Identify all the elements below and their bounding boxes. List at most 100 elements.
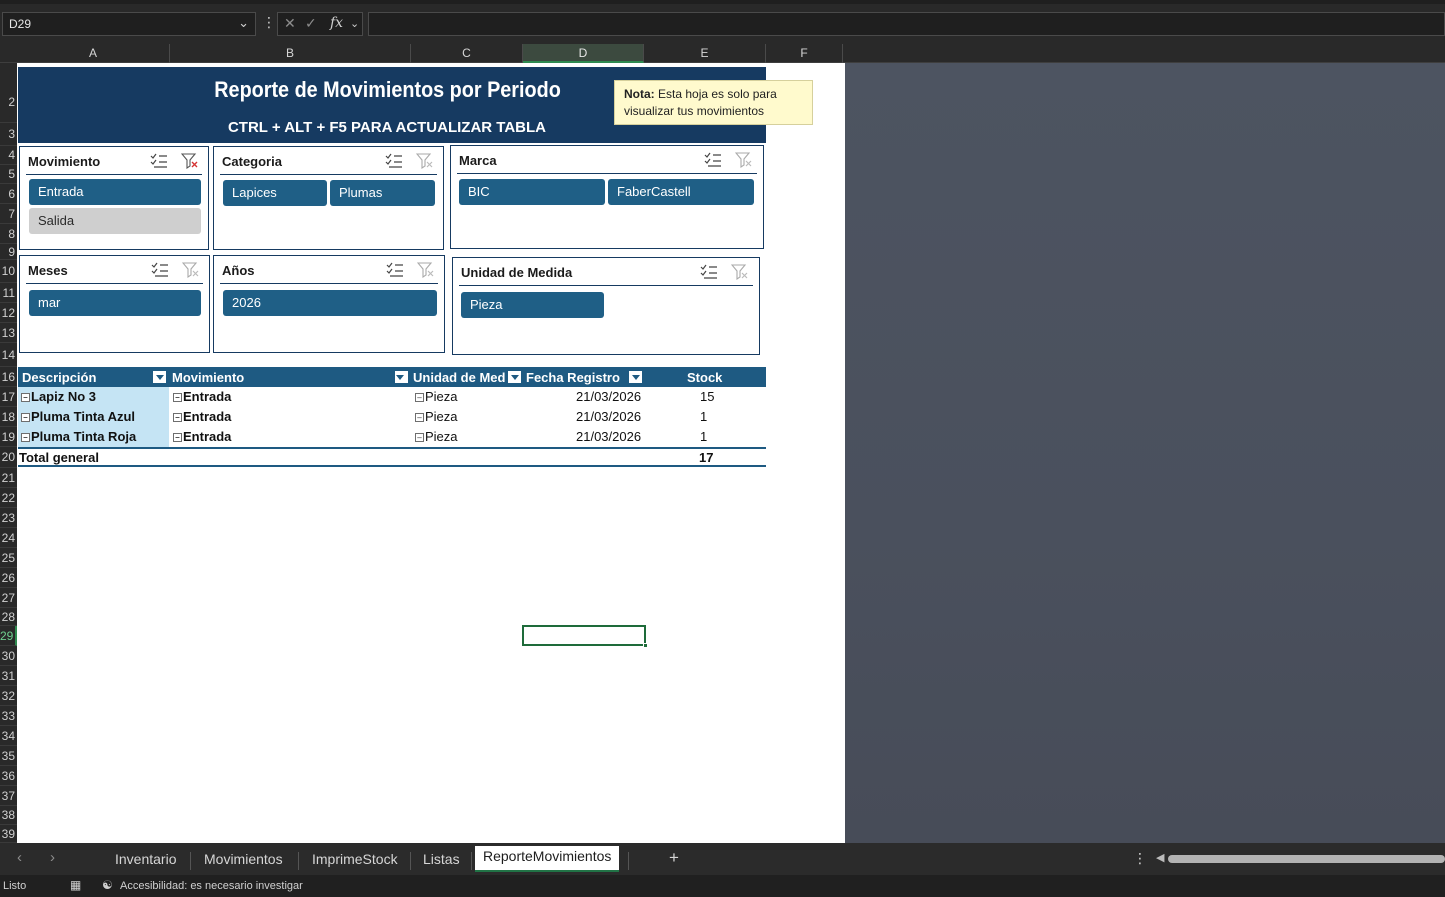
- collapse-icon[interactable]: –: [173, 433, 182, 442]
- accessibility-status[interactable]: Accesibilidad: es necesario investigar: [120, 880, 303, 892]
- clear-filter-icon[interactable]: [731, 264, 749, 280]
- slicer-item-salida[interactable]: Salida: [29, 208, 201, 234]
- row-header-24[interactable]: 24: [0, 528, 17, 548]
- row-header-32[interactable]: 32: [0, 686, 17, 706]
- row-header-34[interactable]: 34: [0, 726, 17, 746]
- pivot-cell-movimiento[interactable]: Entrada: [183, 409, 231, 424]
- multi-select-icon[interactable]: [386, 262, 404, 278]
- slicer-item-entrada[interactable]: Entrada: [29, 179, 201, 205]
- collapse-icon[interactable]: –: [173, 413, 182, 422]
- chevron-down-icon[interactable]: ⌄: [238, 15, 249, 31]
- slicer-item-bic[interactable]: BIC: [459, 179, 605, 205]
- tab-listas[interactable]: Listas: [423, 851, 460, 867]
- row-header-26[interactable]: 26: [0, 568, 17, 588]
- row-header-10[interactable]: 10: [0, 260, 17, 283]
- pivot-cell-unidad[interactable]: Pieza: [425, 429, 458, 444]
- clear-filter-icon[interactable]: [735, 152, 753, 168]
- column-header-e[interactable]: E: [644, 44, 766, 63]
- column-header-d[interactable]: D: [523, 44, 644, 63]
- clear-filter-icon[interactable]: [416, 153, 434, 169]
- enter-check-icon[interactable]: ✓: [305, 15, 317, 32]
- column-header-a[interactable]: A: [17, 44, 170, 63]
- row-header-23[interactable]: 23: [0, 508, 17, 528]
- pivot-cell-descripcion[interactable]: Pluma Tinta Roja: [31, 429, 136, 444]
- tab-movimientos[interactable]: Movimientos: [204, 851, 283, 867]
- collapse-icon[interactable]: –: [415, 413, 424, 422]
- row-header-18[interactable]: 18: [0, 407, 17, 427]
- column-header-b[interactable]: B: [170, 44, 411, 63]
- cancel-icon[interactable]: ✕: [284, 15, 296, 32]
- row-header-6[interactable]: 6: [0, 184, 17, 204]
- pivot-cell-stock[interactable]: 1: [700, 409, 707, 424]
- filter-applied-icon[interactable]: [394, 370, 409, 384]
- chevron-right-icon[interactable]: ›: [50, 849, 55, 866]
- clear-filter-icon[interactable]: [181, 153, 199, 169]
- row-header-7[interactable]: 7: [0, 204, 17, 224]
- row-header-12[interactable]: 12: [0, 303, 17, 323]
- scroll-left-icon[interactable]: ◀: [1156, 851, 1164, 864]
- row-header-29[interactable]: 29: [0, 626, 17, 646]
- row-header-37[interactable]: 37: [0, 786, 17, 806]
- dropdown-filter-icon[interactable]: [628, 370, 643, 384]
- slicer-item-plumas[interactable]: Plumas: [330, 180, 435, 206]
- pivot-total-label[interactable]: Total general: [19, 450, 99, 465]
- column-header-c[interactable]: C: [411, 44, 523, 63]
- selected-cell[interactable]: [522, 625, 648, 648]
- pivot-cell-fecha[interactable]: 21/03/2026: [576, 429, 641, 444]
- slicer-item-pieza[interactable]: Pieza: [461, 292, 604, 318]
- pivot-total-stock[interactable]: 17: [699, 450, 713, 465]
- row-header-21[interactable]: 21: [0, 468, 17, 488]
- clear-filter-icon[interactable]: [182, 262, 200, 278]
- row-header-28[interactable]: 28: [0, 608, 17, 626]
- row-header-13[interactable]: 13: [0, 323, 17, 343]
- cell-mode-icon[interactable]: ▦: [70, 878, 81, 892]
- row-header-8[interactable]: 8: [0, 224, 17, 244]
- row-header-5[interactable]: 5: [0, 165, 17, 184]
- dropdown-filter-icon[interactable]: [152, 370, 167, 384]
- horizontal-scrollbar[interactable]: ◀: [1154, 851, 1445, 865]
- row-header-25[interactable]: 25: [0, 548, 17, 568]
- clear-filter-icon[interactable]: [417, 262, 435, 278]
- row-header-36[interactable]: 36: [0, 766, 17, 786]
- row-header-16[interactable]: 16: [0, 367, 17, 387]
- row-header-38[interactable]: 38: [0, 806, 17, 825]
- formula-input[interactable]: [368, 12, 1445, 36]
- multi-select-icon[interactable]: [151, 262, 169, 278]
- row-header-17[interactable]: 17: [0, 387, 17, 407]
- multi-select-icon[interactable]: [704, 152, 722, 168]
- row-header-11[interactable]: 11: [0, 283, 17, 303]
- multi-select-icon[interactable]: [700, 264, 718, 280]
- multi-select-icon[interactable]: [150, 153, 168, 169]
- chevron-down-icon[interactable]: ⌄: [350, 17, 359, 30]
- pivot-cell-fecha[interactable]: 21/03/2026: [576, 409, 641, 424]
- scrollbar-thumb[interactable]: [1168, 855, 1445, 863]
- row-header-30[interactable]: 30: [0, 646, 17, 666]
- collapse-icon[interactable]: –: [415, 393, 424, 402]
- pivot-cell-stock[interactable]: 15: [700, 389, 714, 404]
- pivot-cell-movimiento[interactable]: Entrada: [183, 429, 231, 444]
- fill-handle[interactable]: [643, 643, 648, 648]
- pivot-cell-fecha[interactable]: 21/03/2026: [576, 389, 641, 404]
- add-sheet-icon[interactable]: +: [669, 848, 679, 868]
- more-options-icon[interactable]: ⋮: [1133, 850, 1147, 867]
- collapse-icon[interactable]: –: [21, 433, 30, 442]
- slicer-item-2026[interactable]: 2026: [223, 290, 437, 316]
- row-header-3[interactable]: 3: [0, 123, 17, 146]
- slicer-item-mar[interactable]: mar: [29, 290, 201, 316]
- name-box[interactable]: D29 ⌄: [2, 12, 256, 36]
- more-options-icon[interactable]: ⋮: [262, 14, 276, 31]
- row-header-27[interactable]: 27: [0, 588, 17, 608]
- collapse-icon[interactable]: –: [173, 393, 182, 402]
- pivot-cell-unidad[interactable]: Pieza: [425, 389, 458, 404]
- collapse-icon[interactable]: –: [415, 433, 424, 442]
- slicer-item-lapices[interactable]: Lapices: [223, 180, 327, 206]
- slicer-item-fabercastell[interactable]: FaberCastell: [608, 179, 754, 205]
- dropdown-filter-icon[interactable]: [507, 370, 522, 384]
- pivot-cell-descripcion[interactable]: Pluma Tinta Azul: [31, 409, 135, 424]
- pivot-cell-movimiento[interactable]: Entrada: [183, 389, 231, 404]
- row-header-22[interactable]: 22: [0, 488, 17, 508]
- row-header-14[interactable]: 14: [0, 343, 17, 367]
- pivot-cell-stock[interactable]: 1: [700, 429, 707, 444]
- tab-inventario[interactable]: Inventario: [115, 851, 176, 867]
- row-header-35[interactable]: 35: [0, 746, 17, 766]
